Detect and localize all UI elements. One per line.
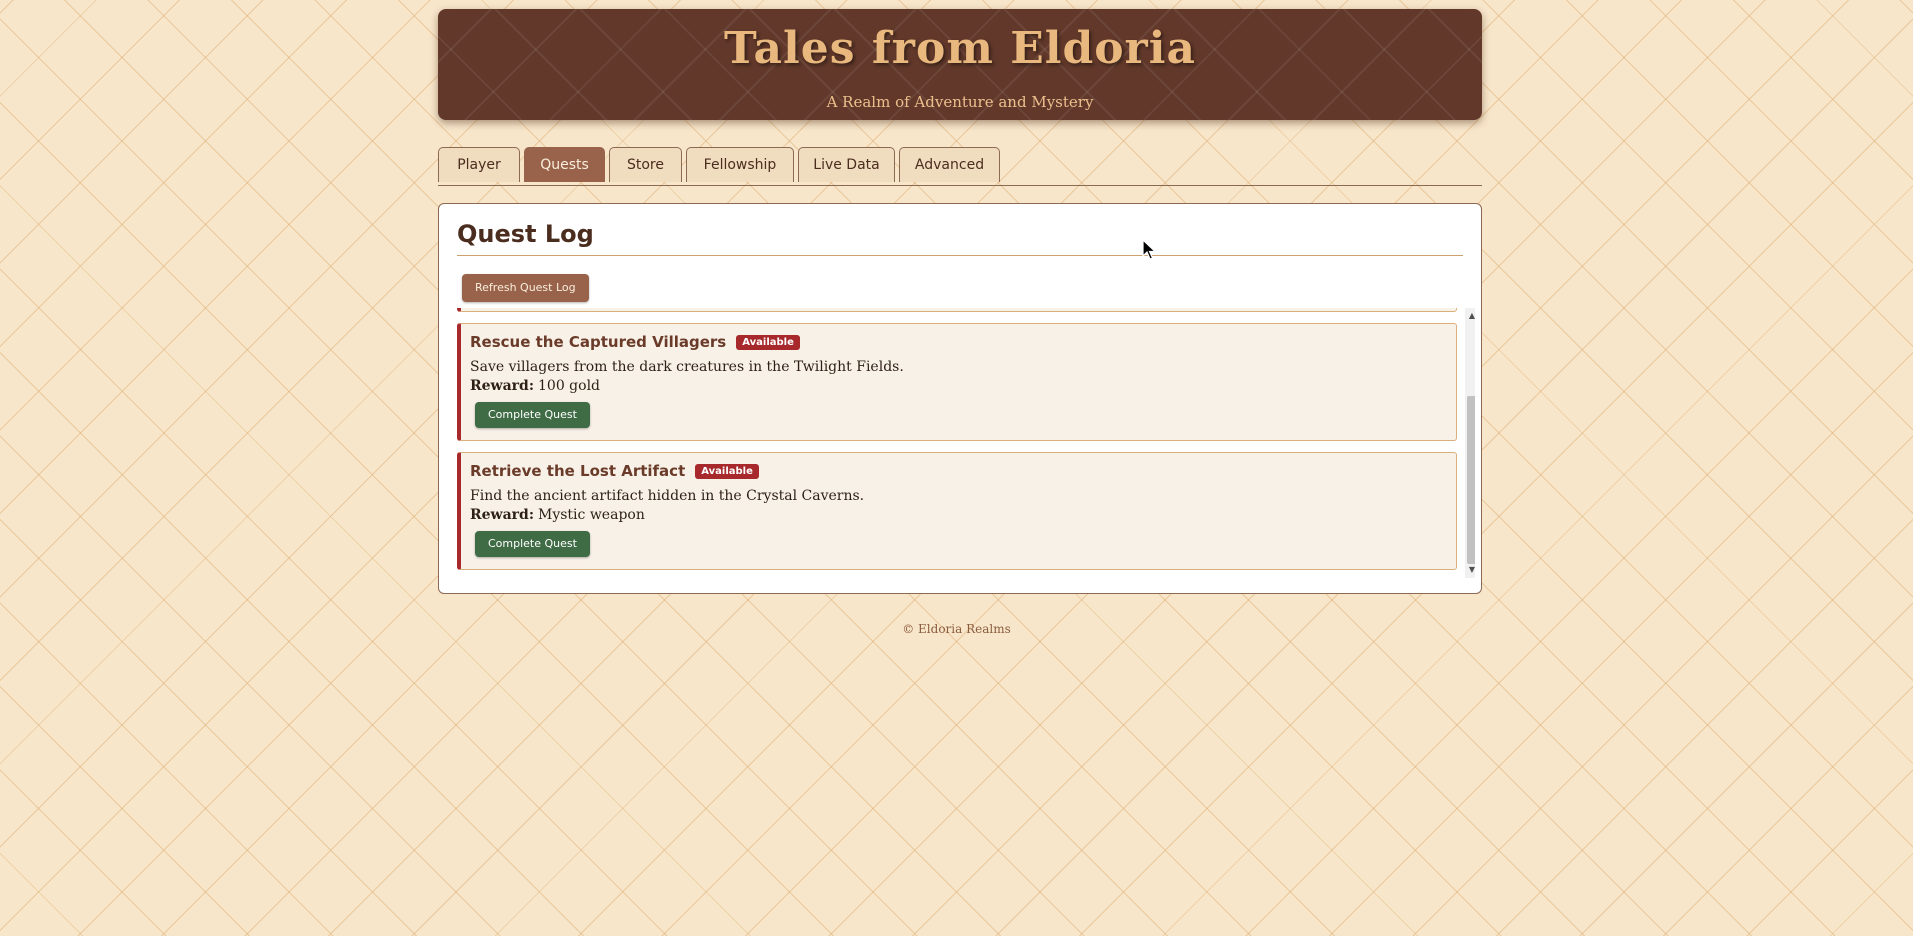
quest-description: Save villagers from the dark creatures i… [470, 359, 904, 375]
tab-live-data[interactable]: Live Data [798, 147, 895, 182]
quest-title-row: Rescue the Captured Villagers Available [470, 333, 800, 351]
quest-card: Rescue the Captured Villagers Available … [457, 323, 1457, 441]
list-item [457, 308, 1457, 312]
reward-value: 100 gold [538, 378, 601, 394]
site-header: Tales from Eldoria A Realm of Adventure … [438, 9, 1482, 120]
quest-log-panel: Quest Log Refresh Quest Log Rescue the C… [438, 203, 1482, 594]
quest-description: Find the ancient artifact hidden in the … [470, 488, 865, 504]
quest-title: Rescue the Captured Villagers [470, 333, 727, 351]
scroll-down-icon[interactable]: ▼ [1465, 564, 1475, 576]
quest-title: Retrieve the Lost Artifact [470, 462, 686, 480]
status-badge: Available [736, 334, 800, 350]
reward-label: Reward: [470, 507, 534, 523]
complete-quest-button[interactable]: Complete Quest [475, 531, 590, 557]
complete-quest-button[interactable]: Complete Quest [475, 402, 590, 428]
tab-bar: Player Quests Store Fellowship Live Data… [438, 147, 1482, 186]
tab-advanced[interactable]: Advanced [899, 147, 1000, 182]
reward-value: Mystic weapon [538, 507, 645, 523]
tab-player[interactable]: Player [438, 147, 520, 182]
reward-label: Reward: [470, 378, 534, 394]
scroll-up-icon[interactable]: ▲ [1465, 310, 1475, 322]
quest-reward: Reward: 100 gold [470, 378, 600, 394]
title-divider [457, 255, 1463, 256]
quest-reward: Reward: Mystic weapon [470, 507, 645, 523]
refresh-quest-log-button[interactable]: Refresh Quest Log [462, 274, 589, 302]
scrollbar[interactable]: ▲ ▼ [1465, 308, 1475, 578]
site-subtitle: A Realm of Adventure and Mystery [826, 93, 1094, 111]
site-title: Tales from Eldoria [724, 23, 1196, 74]
tab-store[interactable]: Store [609, 147, 682, 182]
mouse-cursor-icon [1142, 239, 1157, 260]
footer-copyright: © Eldoria Realms [902, 622, 1011, 636]
tab-quests[interactable]: Quests [524, 147, 605, 182]
scroll-thumb[interactable] [1467, 396, 1475, 564]
quest-title-row: Retrieve the Lost Artifact Available [470, 462, 759, 480]
panel-title: Quest Log [457, 220, 594, 248]
quest-card: Retrieve the Lost Artifact Available Fin… [457, 452, 1457, 570]
tab-fellowship[interactable]: Fellowship [686, 147, 794, 182]
status-badge: Available [695, 463, 759, 479]
quest-list[interactable]: Rescue the Captured Villagers Available … [457, 308, 1475, 578]
